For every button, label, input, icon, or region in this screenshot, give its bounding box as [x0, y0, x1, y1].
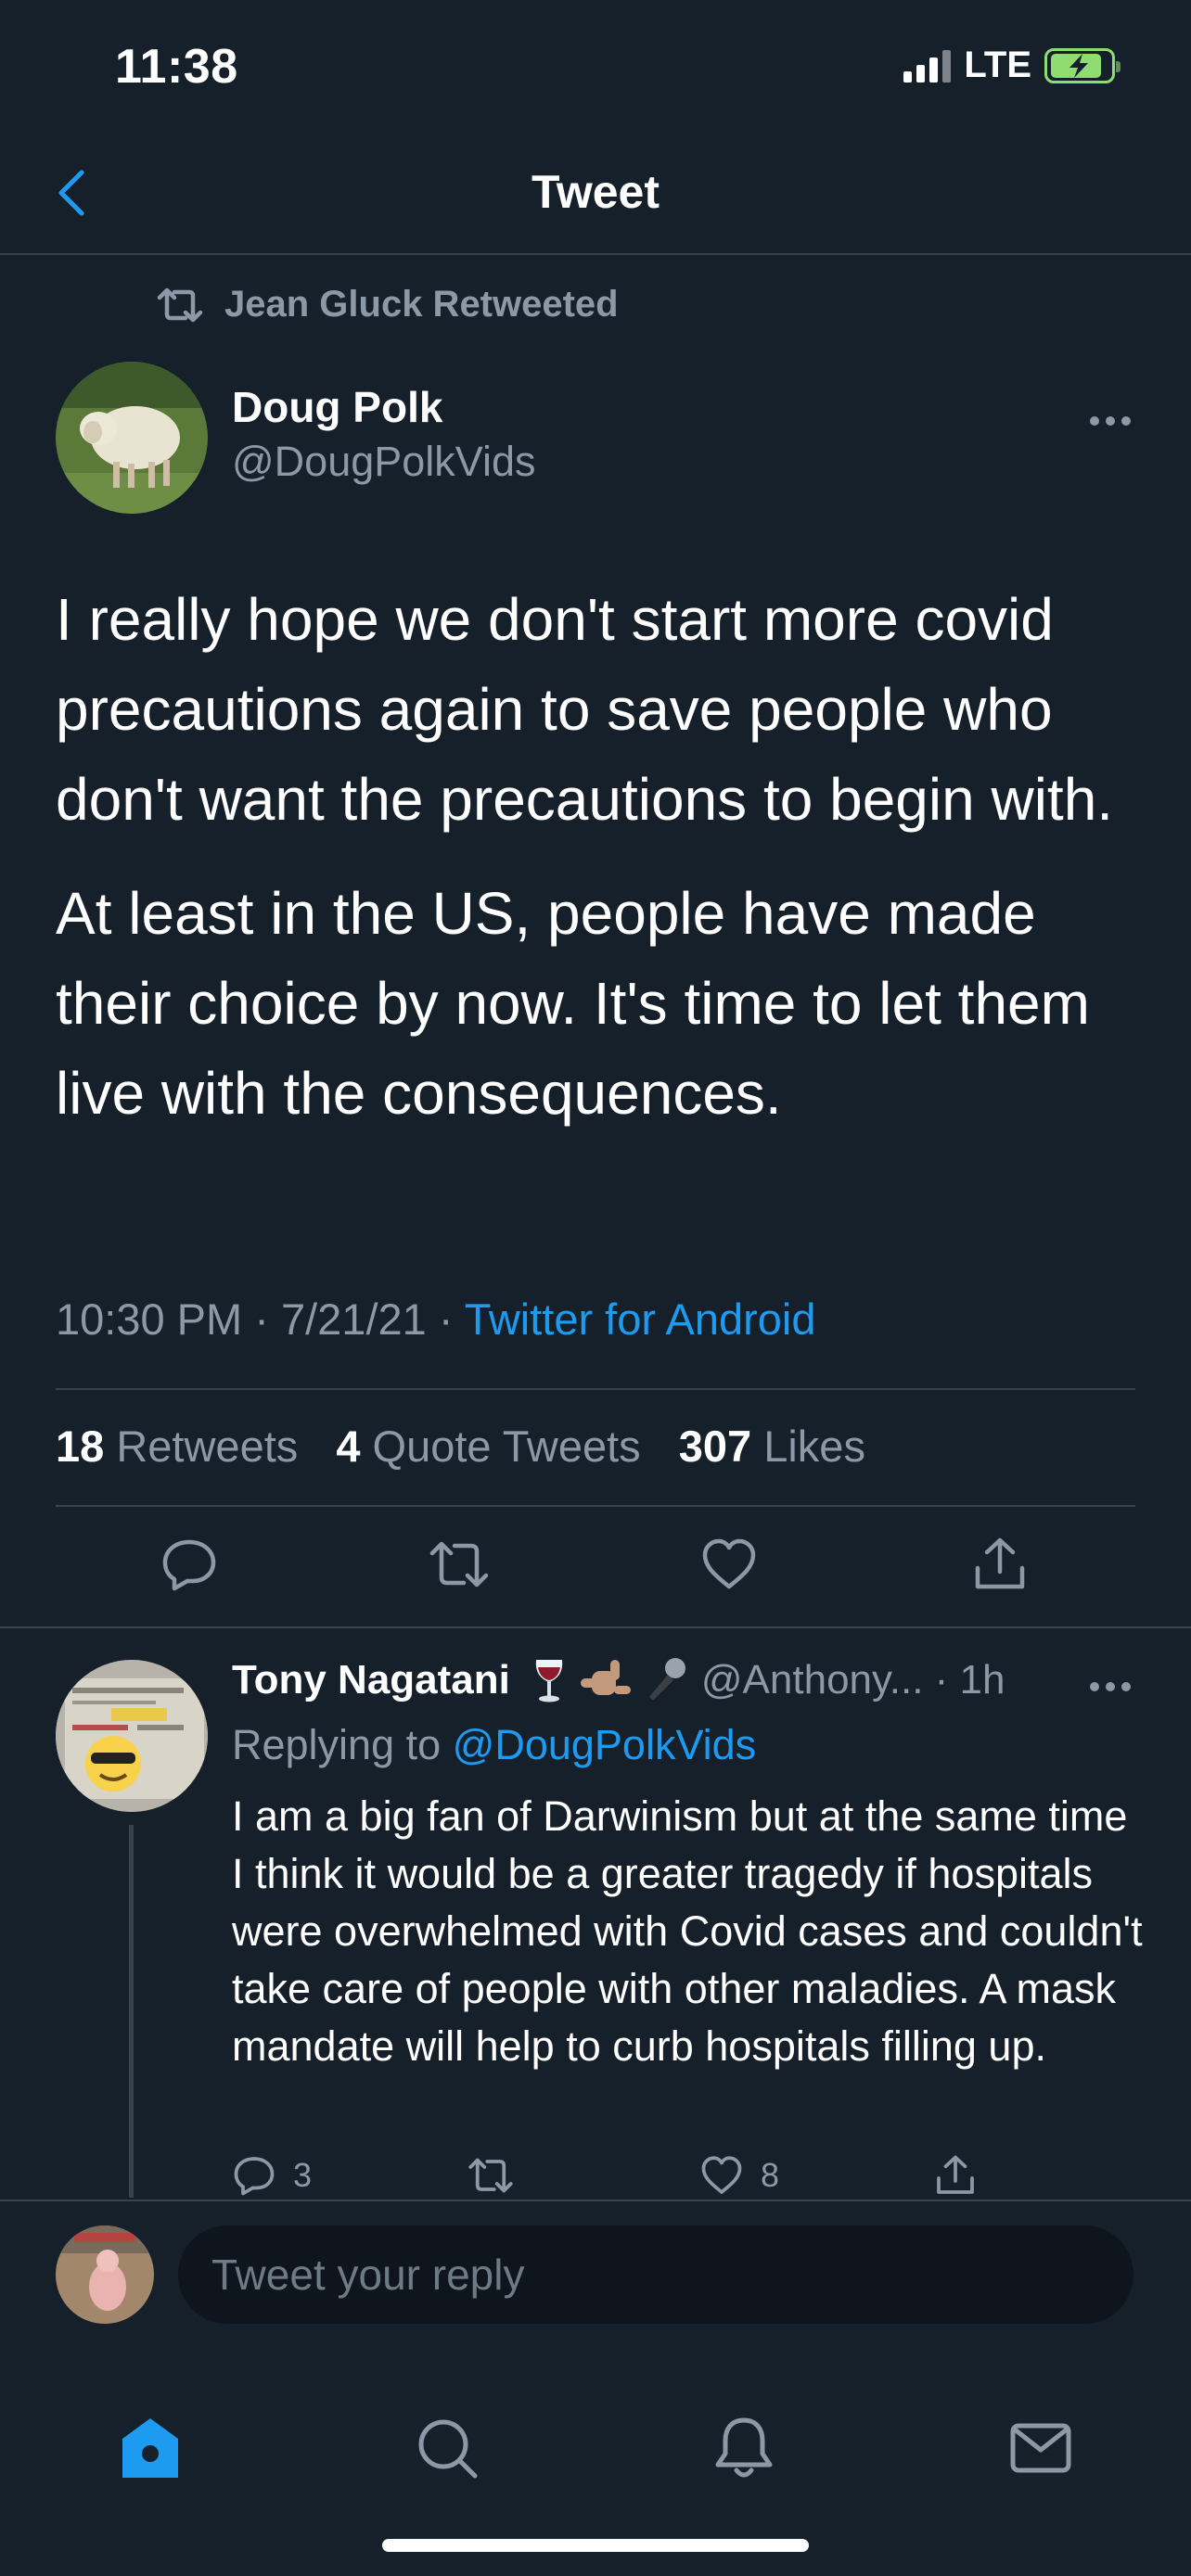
retweets-stat[interactable]: 18 Retweets	[56, 1422, 298, 1471]
microphone-icon	[648, 1658, 685, 1701]
tweet-meta: 10:30 PM · 7/21/21 · Twitter for Android	[56, 1294, 816, 1344]
battery-icon	[1044, 47, 1121, 83]
current-user-avatar[interactable]	[56, 2225, 154, 2324]
replying-to-link[interactable]: @DougPolkVids	[453, 1721, 757, 1768]
reply-composer	[0, 2200, 1191, 2353]
reply-actions: 3 8	[232, 2153, 1067, 2205]
reply-comment-button[interactable]: 3	[232, 2153, 312, 2198]
tweet-stats: 18 Retweets 4 Quote Tweets 307 Likes	[56, 1421, 865, 1472]
share-icon[interactable]	[970, 1535, 1030, 1594]
retweet-context[interactable]: Jean Gluck Retweeted	[154, 284, 619, 325]
tab-messages[interactable]	[1004, 2411, 1078, 2485]
divider	[56, 1505, 1135, 1507]
retweet-icon[interactable]	[427, 1535, 489, 1594]
like-icon[interactable]	[699, 1535, 759, 1594]
tweet-time: 10:30 PM	[56, 1294, 243, 1344]
reply-icon	[234, 2157, 275, 2196]
tab-search[interactable]	[410, 2411, 484, 2485]
retweet-icon	[468, 2158, 513, 2193]
author-handle[interactable]: @DougPolkVids	[232, 438, 536, 486]
reply-count: 3	[293, 2156, 313, 2194]
network-label: LTE	[964, 45, 1031, 85]
status-indicators: LTE	[903, 45, 1121, 86]
page-title: Tweet	[531, 166, 660, 218]
tweet-actions	[0, 1535, 1191, 1609]
bell-icon	[715, 2417, 773, 2478]
wine-glass-icon	[535, 1660, 563, 1702]
retweet-icon	[157, 287, 203, 322]
more-options-icon[interactable]	[1089, 394, 1132, 436]
reply-text: I am a big fan of Darwinism but at the s…	[232, 1792, 1143, 2070]
call-me-hand-icon	[580, 1660, 631, 1695]
share-icon	[937, 2155, 974, 2194]
tweet-text: I really hope we don't start more covid …	[56, 575, 1150, 1163]
thread-line	[129, 1825, 134, 2198]
tweet-date: 7/21/21	[280, 1294, 427, 1344]
reply-age: 1h	[959, 1657, 1005, 1702]
reply-like-button[interactable]: 8	[699, 2153, 779, 2198]
status-time: 11:38	[115, 40, 238, 94]
top-nav: Tweet	[0, 139, 1191, 255]
reply-share-button[interactable]	[933, 2153, 978, 2198]
like-icon	[701, 2156, 742, 2194]
avatar[interactable]	[56, 362, 208, 514]
signal-icon	[903, 49, 952, 83]
reply-author-handle[interactable]: @Anthony...	[701, 1657, 924, 1703]
reply-more-options-icon[interactable]	[1089, 1660, 1132, 1702]
search-icon	[418, 2419, 478, 2479]
reply-author-name[interactable]: Tony Nagatani	[232, 1657, 510, 1703]
reply-retweet-button[interactable]	[466, 2153, 516, 2198]
quote-tweets-stat[interactable]: 4 Quote Tweets	[336, 1422, 640, 1471]
reply-input[interactable]	[178, 2225, 1133, 2324]
reply-avatar[interactable]	[56, 1660, 208, 1812]
reply-header: Tony Nagatani @Anthony... · 1h	[232, 1656, 1005, 1704]
divider	[56, 1388, 1135, 1390]
status-bar: 11:38 LTE	[0, 0, 1191, 139]
tweet-source-link[interactable]: Twitter for Android	[465, 1294, 816, 1344]
reply-icon[interactable]	[160, 1535, 219, 1594]
author-name[interactable]: Doug Polk	[232, 382, 442, 432]
tab-notifications[interactable]	[707, 2411, 781, 2485]
tab-home[interactable]	[113, 2411, 187, 2485]
retweet-context-label: Jean Gluck Retweeted	[224, 284, 619, 325]
likes-stat[interactable]: 307 Likes	[679, 1422, 865, 1471]
replying-to: Replying to @DougPolkVids	[232, 1721, 757, 1768]
home-icon	[122, 2418, 178, 2478]
tweet-paragraph: At least in the US, people have made the…	[56, 880, 1090, 1127]
tweet-detail-screen: 11:38 LTE Tweet Jean Gluck Retweeted Dou…	[0, 0, 1191, 2576]
tweet-paragraph: I really hope we don't start more covid …	[56, 586, 1114, 833]
mail-icon	[1010, 2423, 1071, 2473]
divider	[0, 1626, 1191, 1628]
like-count: 8	[761, 2156, 780, 2194]
reply-author-emojis	[529, 1656, 688, 1704]
home-indicator[interactable]	[382, 2539, 809, 2552]
